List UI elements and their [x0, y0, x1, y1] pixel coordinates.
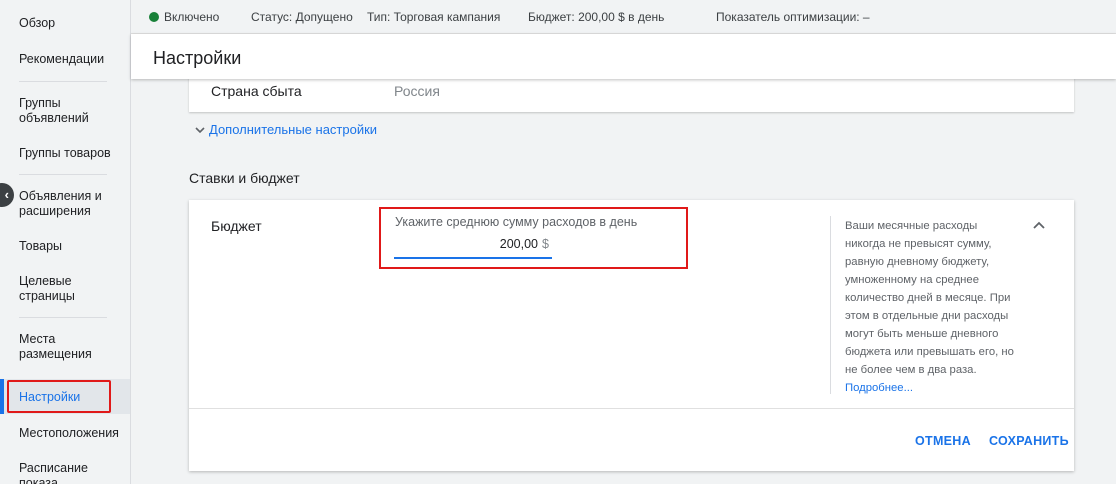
page-header: Настройки	[131, 34, 1116, 79]
save-button[interactable]: СОХРАНИТЬ	[989, 434, 1069, 448]
campaign-budget: Бюджет: 200,00 $ в день	[528, 10, 665, 24]
sidebar-item-locations[interactable]: Местоположения	[0, 426, 130, 441]
sidebar-item-ad-groups[interactable]: Группы объявлений	[0, 96, 100, 126]
budget-input-underline	[394, 257, 552, 259]
settings-content: Страна сбыта Россия Дополнительные настр…	[131, 69, 1116, 484]
bids-budget-heading: Ставки и бюджет	[189, 170, 300, 186]
budget-input[interactable]: 200,00	[395, 237, 538, 251]
campaign-state[interactable]: Включено	[164, 10, 219, 24]
learn-more-link[interactable]: Подробнее...	[845, 382, 913, 394]
sidebar-item-placements[interactable]: Места размещения	[0, 332, 100, 362]
sales-country-label: Страна сбыта	[211, 83, 302, 99]
cancel-button[interactable]: ОТМЕНА	[915, 434, 971, 448]
sidebar-divider	[19, 81, 107, 82]
currency-suffix: $	[542, 237, 549, 251]
campaign-type: Тип: Торговая кампания	[367, 10, 501, 24]
budget-card: Бюджет Укажите среднюю сумму расходов в …	[189, 200, 1074, 471]
sidebar-divider	[19, 317, 107, 318]
additional-settings-link[interactable]: Дополнительные настройки	[195, 122, 377, 137]
settings-highlight-box	[7, 380, 111, 413]
budget-input-label: Укажите среднюю сумму расходов в день	[395, 215, 638, 229]
optimization-score: Показатель оптимизации: –	[716, 10, 870, 24]
sidebar-item-ads-extensions[interactable]: Объявления и расширения	[0, 189, 120, 219]
chevron-down-icon	[195, 125, 205, 137]
campaign-status: Статус: Допущено	[251, 10, 353, 24]
card-footer-divider	[189, 408, 1074, 409]
page-title: Настройки	[153, 48, 242, 68]
campaign-status-bar: Включено Статус: Допущено Тип: Торговая …	[131, 0, 1116, 34]
budget-label: Бюджет	[211, 218, 262, 234]
budget-help-text: Ваши месячные расходы никогда не превыся…	[845, 217, 1015, 397]
sidebar-divider	[19, 174, 107, 175]
sidebar-item-recommendations[interactable]: Рекомендации	[0, 52, 130, 67]
sidebar-item-products[interactable]: Товары	[0, 239, 130, 254]
sidebar-item-landing-pages[interactable]: Целевые страницы	[0, 274, 90, 304]
additional-settings-label: Дополнительные настройки	[209, 122, 378, 137]
sidebar-item-overview[interactable]: Обзор	[0, 16, 130, 31]
chevron-left-icon: ‹	[4, 187, 9, 202]
sales-country-value: Россия	[394, 83, 440, 99]
sidebar: Обзор Рекомендации Группы объявлений Гру…	[0, 0, 131, 484]
help-divider	[830, 216, 831, 394]
status-dot-icon	[149, 12, 159, 22]
sidebar-item-ad-schedule[interactable]: Расписание показа	[0, 461, 90, 484]
chevron-up-icon[interactable]	[1033, 216, 1045, 234]
budget-help-body: Ваши месячные расходы никогда не превыся…	[845, 220, 1014, 376]
sidebar-item-product-groups[interactable]: Группы товаров	[0, 146, 130, 161]
